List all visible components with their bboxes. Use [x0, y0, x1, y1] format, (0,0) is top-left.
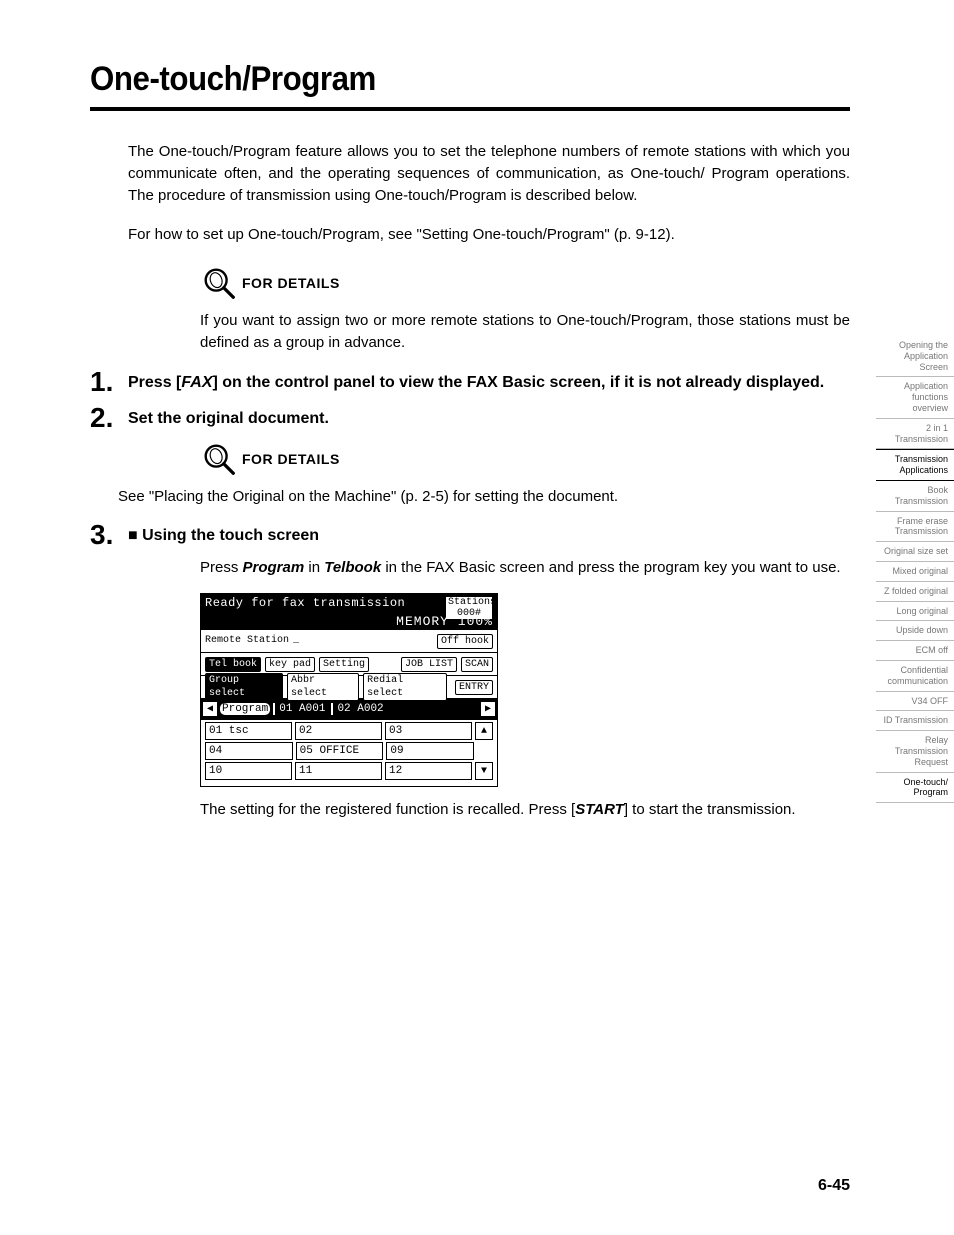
page-number: 6-45	[818, 1177, 850, 1195]
lcd-redialselect-button[interactable]: Redial select	[363, 673, 447, 701]
sidebar-tab-id[interactable]: ID Transmission	[876, 711, 954, 731]
step-3-number: 3.	[90, 521, 118, 549]
sidebar-tab-confidential[interactable]: Confidential communication	[876, 661, 954, 692]
lcd-entry-button[interactable]: ENTRY	[455, 680, 493, 695]
lcd-telbook-tab[interactable]: Tel book	[205, 657, 261, 672]
step-1-number: 1.	[90, 368, 118, 396]
page-title: One-touch/Program	[90, 60, 885, 99]
sidebar-tab-onetouch[interactable]: One-touch/ Program	[876, 773, 954, 804]
lcd-offhook-button[interactable]: Off hook	[437, 634, 493, 649]
step-3: 3. ■ Using the touch screen	[90, 521, 850, 549]
lcd-onetouch-01[interactable]: 01 tsc	[205, 722, 292, 740]
sidebar-tab-ecm[interactable]: ECM off	[876, 641, 954, 661]
sidebar-tab-mixed[interactable]: Mixed original	[876, 562, 954, 582]
lcd-memory-indicator: MEMORY 100%	[396, 614, 493, 629]
lcd-joblist-button[interactable]: JOB LIST	[401, 657, 457, 672]
sidebar-tab-original-size[interactable]: Original size set	[876, 542, 954, 562]
for-details-heading-2: FOR DETAILS	[200, 440, 954, 478]
lcd-abbrselect-button[interactable]: Abbr select	[287, 673, 359, 701]
sidebar-tab-book[interactable]: Book Transmission	[876, 481, 954, 512]
for-details-label: FOR DETAILS	[242, 275, 340, 291]
lcd-keypad-tab[interactable]: key pad	[265, 657, 315, 672]
lcd-program-slot-1[interactable]: 01 A001	[273, 703, 329, 715]
step-1: 1. Press [FAX] on the control panel to v…	[90, 368, 850, 396]
lcd-onetouch-05[interactable]: 05 OFFICE	[296, 742, 384, 760]
step-2-text: Set the original document.	[118, 404, 329, 430]
lcd-program-row: ◀ Program 01 A001 02 A002 ▶	[201, 698, 497, 720]
sidebar-tab-upside[interactable]: Upside down	[876, 621, 954, 641]
sidebar-tabs: Opening the Application Screen Applicati…	[876, 336, 954, 803]
step-2-number: 2.	[90, 404, 118, 432]
for-details-label: FOR DETAILS	[242, 451, 340, 467]
lcd-onetouch-12[interactable]: 12	[385, 762, 472, 780]
lcd-onetouch-grid: 01 tsc 02 03 ▲ 04 05 OFFICE 09 10 11 12 …	[201, 720, 497, 786]
lcd-right-arrow-button[interactable]: ▶	[481, 702, 495, 716]
lcd-program-button[interactable]: Program	[219, 702, 271, 716]
magnifier-icon	[200, 440, 238, 478]
step-3-paragraph: Press Program in Telbook in the FAX Basi…	[200, 557, 850, 579]
sidebar-tab-transmission-applications[interactable]: 6 Transmission Applications	[876, 449, 954, 481]
sidebar-tab-long[interactable]: Long original	[876, 602, 954, 622]
lcd-onetouch-11[interactable]: 11	[295, 762, 382, 780]
lcd-screen: Ready for fax transmission Stations 000#…	[200, 593, 498, 787]
lcd-onetouch-09[interactable]: 09	[386, 742, 474, 760]
sidebar-tab-relay[interactable]: Relay Transmission Request	[876, 731, 954, 772]
lcd-program-slot-2[interactable]: 02 A002	[331, 703, 387, 715]
lcd-scan-button[interactable]: SCAN	[461, 657, 493, 672]
lcd-groupselect-button[interactable]: Group select	[205, 673, 283, 701]
spacer	[477, 742, 493, 758]
lcd-setting-tab[interactable]: Setting	[319, 657, 369, 672]
sidebar-tab-zfolded[interactable]: Z folded original	[876, 582, 954, 602]
after-lcd-paragraph: The setting for the registered function …	[200, 799, 850, 821]
lcd-up-arrow-button[interactable]: ▲	[475, 722, 493, 740]
lcd-onetouch-03[interactable]: 03	[385, 722, 472, 740]
lcd-remote-station-row: Remote Station _ Off hook	[201, 630, 497, 653]
intro-paragraph-1: The One-touch/Program feature allows you…	[128, 141, 850, 206]
step-2: 2. Set the original document.	[90, 404, 850, 432]
sidebar-tab-v34[interactable]: V34 OFF	[876, 692, 954, 712]
lcd-down-arrow-button[interactable]: ▼	[475, 762, 493, 780]
sidebar-tab-frame-erase[interactable]: Frame erase Transmission	[876, 512, 954, 543]
step-1-text: Press [FAX] on the control panel to view…	[118, 368, 824, 394]
for-details-heading-1: FOR DETAILS	[200, 264, 954, 302]
details-1-text: If you want to assign two or more remote…	[200, 310, 850, 354]
square-bullet-icon: ■	[128, 527, 138, 544]
details-2-text: See "Placing the Original on the Machine…	[118, 486, 850, 508]
intro-paragraph-2: For how to set up One-touch/Program, see…	[128, 224, 850, 246]
sidebar-tab-opening[interactable]: Opening the Application Screen	[876, 336, 954, 377]
lcd-header: Ready for fax transmission Stations 000#…	[201, 594, 497, 630]
lcd-cursor: _	[293, 636, 299, 646]
sidebar-tab-2in1[interactable]: 2 in 1 Transmission	[876, 419, 954, 450]
title-rule	[90, 107, 850, 111]
magnifier-icon	[200, 264, 238, 302]
sidebar-tab-overview[interactable]: Application functions overview	[876, 377, 954, 418]
step-3-text: ■ Using the touch screen	[118, 521, 319, 547]
lcd-left-arrow-button[interactable]: ◀	[203, 702, 217, 716]
lcd-onetouch-02[interactable]: 02	[295, 722, 382, 740]
lcd-onetouch-10[interactable]: 10	[205, 762, 292, 780]
lcd-remote-label: Remote Station	[205, 636, 289, 646]
lcd-tab-row-2: Group select Abbr select Redial select E…	[201, 676, 497, 698]
lcd-onetouch-04[interactable]: 04	[205, 742, 293, 760]
